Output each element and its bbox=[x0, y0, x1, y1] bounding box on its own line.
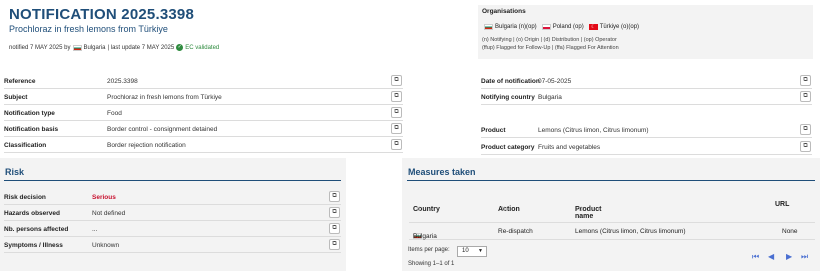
first-page-icon[interactable]: ⏮ bbox=[752, 252, 759, 262]
copy-icon[interactable]: ⧉ bbox=[329, 207, 340, 218]
poland-flag-icon bbox=[541, 24, 551, 30]
field-value: Unknown bbox=[92, 241, 120, 249]
notified-prefix: notified 7 MAY 2025 by bbox=[9, 44, 71, 51]
field-label: Notifying country bbox=[481, 93, 535, 101]
org-label: Türkiye (o)(op) bbox=[599, 24, 640, 30]
risk-title: Risk bbox=[5, 167, 25, 177]
org-label: Poland (op) bbox=[552, 24, 584, 30]
items-per-page-value: 10 bbox=[462, 248, 469, 254]
field-value: Prochloraz in fresh lemons from Türkiye bbox=[107, 93, 222, 101]
field-value: ... bbox=[92, 225, 98, 233]
field-label: Risk decision bbox=[4, 193, 46, 201]
field-label: Notification type bbox=[4, 109, 55, 117]
field-reference: Reference 2025.3398 ⧉ bbox=[4, 74, 403, 89]
field-product-category: Product category Fruits and vegetables ⧉ bbox=[481, 140, 812, 155]
items-per-page-label: Items per page: bbox=[408, 247, 450, 253]
copy-icon[interactable]: ⧉ bbox=[329, 239, 340, 250]
field-label: Product category bbox=[481, 143, 535, 151]
hazards-observed-row: Hazards observed Not defined ⧉ bbox=[4, 206, 341, 221]
organisations-list: Bulgaria (n)(op) Poland (op) ☾ Türkiye (… bbox=[484, 24, 639, 30]
last-update: | last update 7 MAY 2025 bbox=[107, 44, 175, 51]
notified-country: Bulgaria bbox=[83, 44, 106, 51]
cell-action: Re-dispatch bbox=[498, 228, 533, 235]
field-subject: Subject Prochloraz in fresh lemons from … bbox=[4, 90, 403, 105]
field-notifying-country: Notifying country Bulgaria ⧉ bbox=[481, 90, 812, 105]
persons-affected-row: Nb. persons affected ... ⧉ bbox=[4, 222, 341, 237]
column-header-url: URL bbox=[775, 201, 790, 208]
sort-icon[interactable]: ⇅ bbox=[416, 206, 421, 213]
field-notification-basis: Notification basis Border control - cons… bbox=[4, 122, 403, 137]
sort-icon[interactable]: ⇅ bbox=[578, 206, 583, 213]
organisations-panel: Organisations Bulgaria (n)(op) Poland (o… bbox=[478, 5, 813, 59]
field-value: 2025.3398 bbox=[107, 77, 138, 85]
page-subtitle: Prochloraz in fresh lemons from Türkiye bbox=[9, 24, 168, 34]
org-item-poland: Poland (op) bbox=[541, 24, 584, 30]
chevron-down-icon: ▼ bbox=[478, 248, 483, 254]
field-label: Reference bbox=[4, 77, 36, 85]
field-date-of-notification: Date of notification 07-05-2025 ⧉ bbox=[481, 74, 812, 89]
field-value: Lemons (Citrus limon, Citrus limonum) bbox=[538, 126, 649, 134]
bulgaria-flag-icon bbox=[72, 44, 82, 51]
risk-decision-row: Risk decision Serious ⧉ bbox=[4, 190, 341, 205]
field-label: Subject bbox=[4, 93, 28, 101]
cell-product-name: Lemons (Citrus limon, Citrus limonum) bbox=[575, 228, 686, 235]
copy-icon[interactable]: ⧉ bbox=[391, 75, 402, 86]
sort-icon[interactable]: ⇅ bbox=[501, 206, 506, 213]
organisations-legend-line2: (ffup) Flagged for Follow-Up | (ffa) Fla… bbox=[482, 45, 619, 51]
copy-icon[interactable]: ⧉ bbox=[800, 124, 811, 135]
organisations-legend-line1: (n) Notifying | (o) Origin | (d) Distrib… bbox=[482, 37, 617, 43]
table-row: Bulgaria Re-dispatch Lemons (Citrus limo… bbox=[409, 222, 815, 240]
previous-page-icon[interactable]: ◀ bbox=[768, 252, 774, 261]
field-classification: Classification Border rejection notifica… bbox=[4, 138, 403, 153]
field-value: Bulgaria bbox=[538, 93, 562, 101]
org-item-turkiye: ☾ Türkiye (o)(op) bbox=[588, 24, 640, 30]
showing-count: Showing 1–1 of 1 bbox=[408, 261, 455, 267]
field-label: Hazards observed bbox=[4, 209, 60, 217]
copy-icon[interactable]: ⧉ bbox=[391, 91, 402, 102]
field-value: 07-05-2025 bbox=[538, 77, 572, 85]
field-label: Product bbox=[481, 126, 506, 134]
page-title: NOTIFICATION 2025.3398 bbox=[9, 6, 195, 23]
copy-icon[interactable]: ⧉ bbox=[800, 141, 811, 152]
risk-divider bbox=[4, 180, 341, 181]
copy-icon[interactable]: ⧉ bbox=[391, 107, 402, 118]
measures-title: Measures taken bbox=[408, 167, 476, 177]
measures-table-header: Country ⇅ Action ⇅ Product name ⇅ URL bbox=[409, 196, 815, 220]
field-value: Fruits and vegetables bbox=[538, 143, 601, 151]
validated-status: EC validated bbox=[185, 44, 220, 51]
field-notification-type: Notification type Food ⧉ bbox=[4, 106, 403, 121]
items-per-page-select[interactable]: 10 ▼ bbox=[457, 246, 487, 257]
bulgaria-flag-icon bbox=[484, 24, 493, 30]
copy-icon[interactable]: ⧉ bbox=[329, 191, 340, 202]
measures-divider bbox=[407, 180, 815, 181]
field-label: Date of notification bbox=[481, 77, 540, 85]
check-circle-icon: ✓ bbox=[176, 44, 184, 51]
copy-icon[interactable]: ⧉ bbox=[800, 91, 811, 102]
field-label: Classification bbox=[4, 141, 47, 149]
field-value: Not defined bbox=[92, 209, 126, 217]
field-label: Notification basis bbox=[4, 125, 59, 133]
copy-icon[interactable]: ⧉ bbox=[800, 75, 811, 86]
field-value: Border rejection notification bbox=[107, 141, 186, 149]
copy-icon[interactable]: ⧉ bbox=[391, 139, 402, 150]
field-value: Food bbox=[107, 109, 122, 117]
copy-icon[interactable]: ⧉ bbox=[329, 223, 340, 234]
notified-info: notified 7 MAY 2025 by Bulgaria | last u… bbox=[9, 44, 219, 51]
risk-decision-value: Serious bbox=[92, 193, 116, 201]
org-item-bulgaria: Bulgaria (n)(op) bbox=[484, 24, 537, 30]
organisations-title: Organisations bbox=[482, 8, 526, 15]
org-label: Bulgaria (n)(op) bbox=[495, 24, 537, 30]
country-label: Bulgaria bbox=[413, 233, 437, 240]
copy-icon[interactable]: ⧉ bbox=[391, 123, 402, 134]
last-page-icon[interactable]: ⏭ bbox=[801, 252, 808, 262]
turkiye-flag-icon: ☾ bbox=[588, 24, 598, 30]
field-label: Nb. persons affected bbox=[4, 225, 69, 233]
symptoms-row: Symptoms / Illness Unknown ⧉ bbox=[4, 238, 341, 253]
field-value: Border control - consignment detained bbox=[107, 125, 218, 133]
next-page-icon[interactable]: ▶ bbox=[786, 252, 792, 261]
field-label: Symptoms / Illness bbox=[4, 241, 63, 249]
field-product: Product Lemons (Citrus limon, Citrus lim… bbox=[481, 123, 812, 138]
cell-url: None bbox=[782, 228, 798, 235]
